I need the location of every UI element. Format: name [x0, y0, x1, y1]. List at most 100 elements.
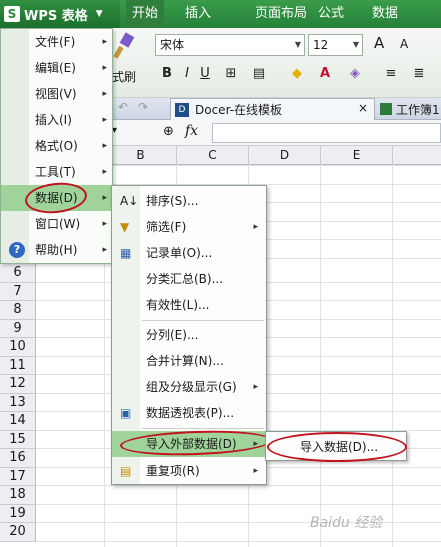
chevron-right-icon: ▸ — [102, 37, 107, 47]
wps-logo-icon: S — [4, 6, 20, 22]
gridline — [36, 485, 441, 486]
close-icon[interactable]: × — [358, 101, 368, 115]
watermark: Baidu 经验 — [310, 515, 383, 531]
row-header[interactable]: 14 — [0, 412, 36, 431]
chevron-right-icon: ▸ — [253, 466, 258, 476]
menu-item-label: 导入外部数据(D) — [146, 437, 237, 451]
menu-item-label: 格式(O) — [35, 139, 78, 153]
chevron-down-icon[interactable]: ▼ — [353, 35, 359, 55]
tab-data[interactable]: 数据 — [372, 0, 398, 28]
submenu-item-validation[interactable]: 有效性(L)... — [112, 292, 266, 318]
menu-item-label: 数据(D) — [35, 191, 78, 205]
bold-button[interactable]: B — [160, 64, 174, 84]
chevron-right-icon: ▸ — [102, 245, 107, 255]
submenu-item-import-data[interactable]: 导入数据(D)... — [266, 434, 406, 460]
submenu-item-consolidate[interactable]: 合并计算(N)... — [112, 348, 266, 374]
app-menu-item-help[interactable]: ? 帮助(H) ▸ — [1, 237, 113, 263]
tab-home[interactable]: 开始 — [126, 0, 165, 28]
font-color-icon[interactable]: A — [314, 64, 336, 84]
submenu-item-sort[interactable]: A↓ 排序(S)... — [112, 188, 266, 214]
tab-page-layout[interactable]: 页面布局 — [255, 0, 307, 28]
menu-item-label: 筛选(F) — [146, 220, 187, 234]
submenu-item-text-to-columns[interactable]: 分列(E)... — [112, 322, 266, 348]
column-header[interactable]: E — [320, 146, 392, 165]
underline-button[interactable]: U — [198, 64, 212, 84]
fill-color-icon[interactable]: ◆ — [286, 64, 308, 84]
chevron-right-icon: ▸ — [102, 193, 107, 203]
menu-item-label: 组及分级显示(G) — [146, 380, 237, 394]
insert-function-button[interactable]: fx — [185, 123, 198, 139]
align-left-icon[interactable]: ≡ — [380, 64, 402, 84]
menu-item-label: 重复项(R) — [146, 464, 200, 478]
submenu-item-pivot-table[interactable]: ▣ 数据透视表(P)... — [112, 400, 266, 426]
row-header[interactable]: 16 — [0, 449, 36, 468]
submenu-item-duplicates[interactable]: ▤ 重复项(R) ▸ — [112, 458, 266, 484]
app-menu-button[interactable]: S WPS 表格 ▼ — [0, 0, 120, 28]
app-menu-item-window[interactable]: 窗口(W) ▸ — [1, 211, 113, 237]
undo-icon[interactable]: ↶ — [118, 100, 128, 114]
menu-item-label: 文件(F) — [35, 35, 76, 49]
app-menu-item-insert[interactable]: 插入(I) ▸ — [1, 107, 113, 133]
font-name-select[interactable]: 宋体 ▼ — [155, 34, 305, 56]
shrink-font-button[interactable]: A — [400, 37, 408, 51]
border-icon[interactable]: ⊞ — [220, 64, 242, 84]
row-header[interactable]: 19 — [0, 504, 36, 523]
merge-cells-icon[interactable]: ▤ — [248, 64, 270, 84]
redo-icon[interactable]: ↷ — [138, 100, 148, 114]
column-header[interactable]: B — [104, 146, 176, 165]
menu-item-label: 分类汇总(B)... — [146, 272, 224, 286]
align-center-icon[interactable]: ≣ — [408, 64, 430, 84]
app-menu-item-file[interactable]: 文件(F) ▸ — [1, 29, 113, 55]
zoom-icon[interactable]: ⊕ — [163, 124, 174, 139]
form-icon: ▦ — [120, 246, 132, 260]
column-header[interactable]: C — [176, 146, 248, 165]
submenu-item-subtotal[interactable]: 分类汇总(B)... — [112, 266, 266, 292]
app-menu-item-view[interactable]: 视图(V) ▸ — [1, 81, 113, 107]
row-header[interactable]: 20 — [0, 523, 36, 542]
import-submenu: 导入数据(D)... — [265, 431, 407, 461]
column-header[interactable] — [392, 146, 441, 165]
tab-insert[interactable]: 插入 — [185, 0, 211, 28]
menu-item-label: 编辑(E) — [35, 61, 76, 75]
app-menu-item-edit[interactable]: 编辑(E) ▸ — [1, 55, 113, 81]
row-header[interactable]: 9 — [0, 319, 36, 338]
row-header[interactable]: 7 — [0, 282, 36, 301]
app-menu-item-data[interactable]: 数据(D) ▸ — [1, 185, 113, 211]
app-menu-item-tools[interactable]: 工具(T) ▸ — [1, 159, 113, 185]
grow-font-button[interactable]: A — [374, 34, 384, 52]
column-header[interactable]: D — [248, 146, 320, 165]
submenu-item-record-form[interactable]: ▦ 记录单(O)... — [112, 240, 266, 266]
chevron-right-icon: ▸ — [253, 222, 258, 232]
row-header[interactable]: 13 — [0, 393, 36, 412]
font-size-select[interactable]: 12 ▼ — [308, 34, 363, 56]
menu-item-label: 视图(V) — [35, 87, 77, 101]
submenu-item-import-external[interactable]: 导入外部数据(D) ▸ — [112, 431, 266, 457]
row-header[interactable]: 15 — [0, 430, 36, 449]
row-header[interactable]: 12 — [0, 375, 36, 394]
tab-workbook[interactable]: 工作簿1 — [378, 98, 441, 120]
app-dropdown-menu: 文件(F) ▸ 编辑(E) ▸ 视图(V) ▸ 插入(I) ▸ 格式(O) ▸ … — [0, 28, 113, 264]
row-header[interactable]: 18 — [0, 486, 36, 505]
italic-button[interactable]: I — [180, 64, 194, 84]
font-name-value: 宋体 — [160, 38, 185, 52]
chevron-down-icon[interactable]: ▼ — [295, 35, 301, 55]
row-header[interactable]: 10 — [0, 338, 36, 357]
format-painter-label[interactable]: 式刷 — [112, 68, 136, 85]
duplicate-icon: ▤ — [120, 464, 132, 478]
chevron-down-icon: ▼ — [95, 9, 103, 19]
row-header[interactable]: 8 — [0, 301, 36, 320]
pivot-icon: ▣ — [120, 406, 132, 420]
row-header[interactable]: 11 — [0, 356, 36, 375]
data-submenu: A↓ 排序(S)... ▼ 筛选(F) ▸ ▦ 记录单(O)... 分类汇总(B… — [111, 185, 267, 485]
formula-input[interactable] — [212, 123, 441, 143]
clear-format-icon[interactable]: ◈ — [344, 64, 366, 84]
row-header[interactable]: 17 — [0, 467, 36, 486]
tab-workbook-label: 工作簿1 — [396, 102, 440, 117]
tab-formula[interactable]: 公式 — [318, 0, 344, 28]
chevron-right-icon: ▸ — [253, 382, 258, 392]
tab-docer[interactable]: D Docer-在线模板 × — [170, 98, 375, 120]
row-header[interactable]: 6 — [0, 264, 36, 283]
app-menu-item-format[interactable]: 格式(O) ▸ — [1, 133, 113, 159]
submenu-item-group-outline[interactable]: 组及分级显示(G) ▸ — [112, 374, 266, 400]
submenu-item-filter[interactable]: ▼ 筛选(F) ▸ — [112, 214, 266, 240]
